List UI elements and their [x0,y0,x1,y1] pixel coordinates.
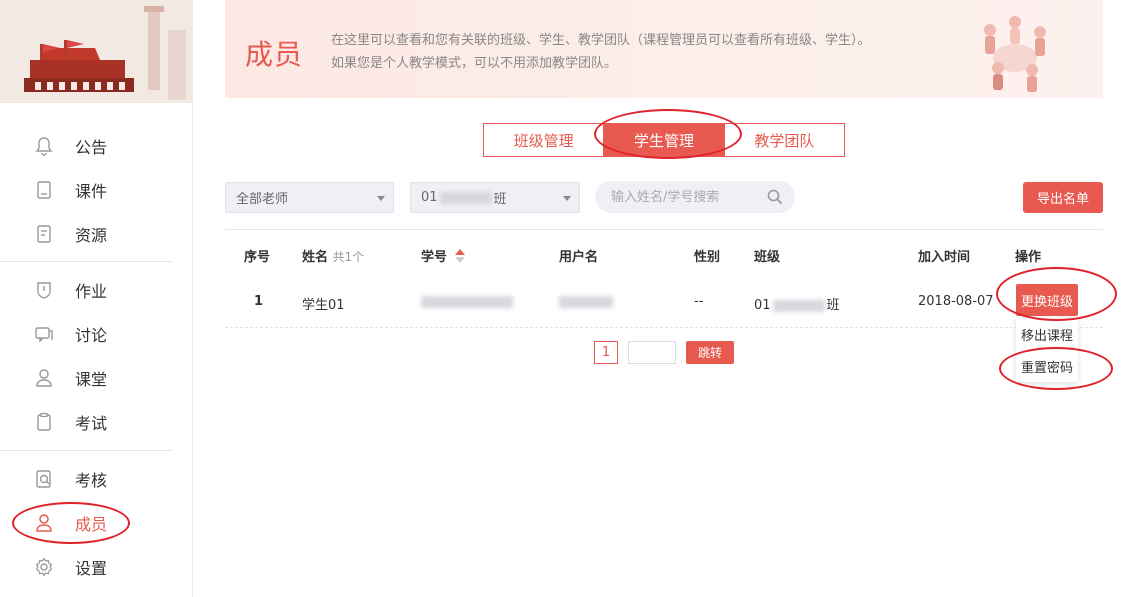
redacted-text [421,295,513,308]
sidebar-item-label: 课堂 [75,370,108,389]
sidebar-item-discussion[interactable]: 讨论 [0,312,193,356]
sidebar-divider [0,261,172,262]
student-count: 共1个 [332,250,365,264]
team-illustration [984,16,1046,92]
search-doc-icon [36,470,51,488]
reset-password-button[interactable]: 重置密码 [1016,350,1078,382]
chevron-down-icon [377,196,385,201]
page-header: 成员 在这里可以查看和您有关联的班级、学生、教学团队（课程管理员可以查看所有班级… [225,0,1103,98]
operations-dropdown: 移出课程 重置密码 [1016,318,1078,382]
shield-icon [37,282,51,299]
row-join-time: 2018-08-07 [918,294,994,309]
monument-illustration [0,0,193,103]
class-select-suffix: 班 [493,192,507,207]
column-header-student-id[interactable]: 学号 [421,246,465,265]
sidebar-item-courseware[interactable]: 课件 [0,168,193,212]
column-header-class: 班级 [754,250,781,265]
sidebar-item-assessment[interactable]: 考核 [0,457,193,501]
sidebar-item-members[interactable]: 成员 [0,501,193,545]
row-class-suffix: 班 [826,298,840,313]
gear-icon [35,557,53,577]
change-class-button[interactable]: 更换班级 [1016,284,1078,316]
search-icon[interactable] [767,189,783,205]
row-gender: -- [694,294,704,309]
clipboard-icon [37,412,51,431]
tab-teaching-team[interactable]: 教学团队 [724,123,845,157]
sidebar-item-label: 讨论 [75,326,108,345]
page-jump-input[interactable] [628,341,676,364]
person-icon [36,514,52,532]
description-line: 在这里可以查看和您有关联的班级、学生、教学团队（课程管理员可以查看所有班级、学生… [331,33,871,48]
redacted-text [439,191,492,204]
sidebar: 公告 课件 资源 作业 讨论 课堂 考试 考核 成员 设置 [0,0,193,597]
chat-icon [35,327,53,343]
sidebar-item-label: 作业 [75,282,108,301]
page-title: 成员 [245,38,304,71]
sidebar-item-homework[interactable]: 作业 [0,268,193,312]
description-line: 如果您是个人教学模式，可以不用添加教学团队。 [331,56,618,71]
sidebar-item-announcement[interactable]: 公告 [0,124,193,168]
sidebar-item-label: 考核 [75,471,108,490]
sidebar-item-label: 设置 [75,559,108,578]
table-top-border [225,229,1103,230]
sidebar-item-exam[interactable]: 考试 [0,400,193,444]
redacted-text [559,295,613,308]
class-select-prefix: 01 [421,190,438,205]
sidebar-divider [0,450,172,451]
sidebar-item-settings[interactable]: 设置 [0,545,193,589]
sidebar-item-label: 资源 [75,226,108,245]
sort-icon[interactable] [454,249,465,263]
column-header-operations: 操作 [1015,250,1042,265]
sidebar-item-label: 考试 [75,414,108,433]
column-header-gender: 性别 [694,250,721,265]
search-box [595,181,795,213]
bell-icon [35,137,53,156]
row-divider [225,327,1103,328]
sidebar-item-resources[interactable]: 资源 [0,212,193,256]
row-class: 01 班 [754,294,840,313]
page-jump-button[interactable]: 跳转 [686,341,734,364]
row-operations: 更换班级 [1016,284,1078,316]
column-header-name-label: 姓名 [302,250,329,265]
classroom-icon [36,369,52,387]
column-header-username: 用户名 [559,250,599,265]
row-name: 学生01 [302,298,345,313]
teacher-select-value: 全部老师 [236,192,289,207]
row-class-prefix: 01 [754,298,771,313]
sidebar-item-label: 课件 [75,182,108,201]
column-header-index: 序号 [244,250,271,265]
sidebar-item-label: 成员 [75,515,108,534]
class-select[interactable]: 01 班 [410,182,580,213]
remove-from-course-button[interactable]: 移出课程 [1016,318,1078,350]
column-header-name: 姓名 共1个 [302,246,364,265]
redacted-text [772,299,825,312]
tab-class-management[interactable]: 班级管理 [483,123,605,157]
sidebar-item-classroom[interactable]: 课堂 [0,356,193,400]
row-index: 1 [254,294,264,309]
export-list-button[interactable]: 导出名单 [1023,182,1103,213]
book-icon [37,181,51,199]
pagination-current-page[interactable]: 1 [594,341,618,364]
row-username [559,294,613,309]
tab-student-management[interactable]: 学生管理 [604,123,725,157]
search-input[interactable] [611,189,771,205]
resource-icon [37,225,51,243]
row-student-id [421,294,513,309]
column-header-student-id-label: 学号 [421,250,448,265]
column-header-join-time: 加入时间 [918,250,971,265]
teacher-select[interactable]: 全部老师 [225,182,394,213]
chevron-down-icon [563,196,571,201]
sidebar-item-label: 公告 [75,138,108,157]
member-tabs: 班级管理 学生管理 教学团队 [483,123,845,157]
sidebar-banner-image [0,0,193,103]
page-description: 在这里可以查看和您有关联的班级、学生、教学团队（课程管理员可以查看所有班级、学生… [331,29,871,75]
